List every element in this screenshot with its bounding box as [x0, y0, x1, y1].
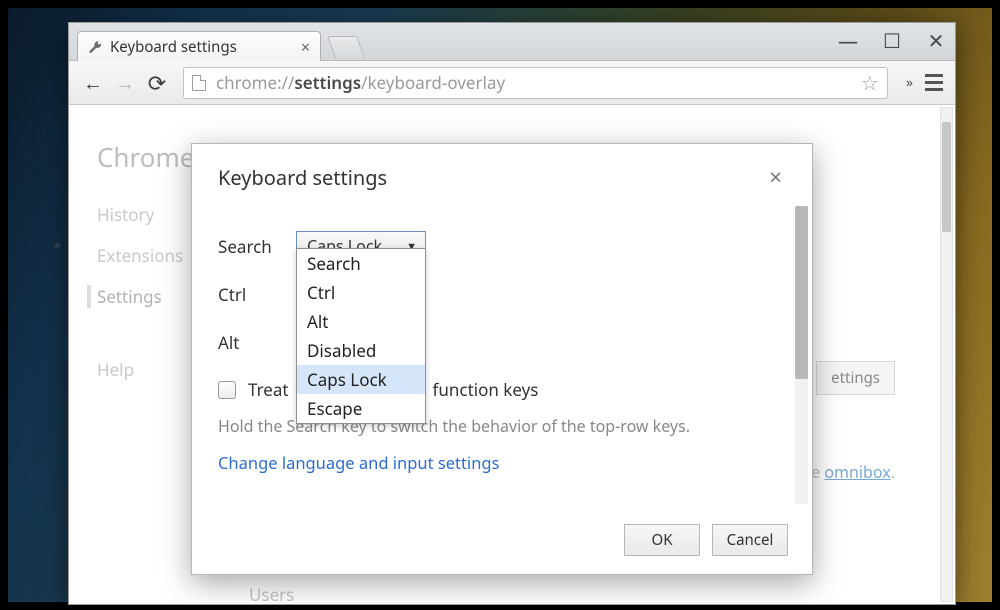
- obscured-omnibox-text: e omnibox.: [811, 461, 895, 483]
- tab-keyboard-settings[interactable]: Keyboard settings ×: [77, 31, 321, 61]
- url-suffix: /keyboard-overlay: [361, 71, 505, 94]
- toolbar: ← → ⟳ chrome://settings/keyboard-overlay…: [69, 61, 955, 105]
- omnibox-link[interactable]: omnibox: [824, 461, 890, 483]
- dialog-close-button[interactable]: ×: [765, 162, 786, 192]
- select-dropdown-open: Search Ctrl Alt Disabled Caps Lock Escap…: [296, 248, 426, 424]
- browser-window: Keyboard settings × — ☐ ✕ ← → ⟳ chrome:/…: [68, 22, 956, 605]
- dialog-body: Search Caps Lock ▼ Ctrl Alt Search: [192, 200, 812, 510]
- option-disabled[interactable]: Disabled: [297, 336, 425, 365]
- dialog-scrollbar[interactable]: [795, 206, 808, 504]
- close-window-button[interactable]: ✕: [927, 31, 945, 49]
- bookmark-star-icon[interactable]: ☆: [861, 69, 879, 96]
- maximize-button[interactable]: ☐: [883, 31, 901, 49]
- option-ctrl[interactable]: Ctrl: [297, 278, 425, 307]
- hamburger-menu-button[interactable]: [923, 74, 945, 91]
- cancel-button[interactable]: Cancel: [712, 524, 788, 556]
- address-bar[interactable]: chrome://settings/keyboard-overlay ☆: [183, 67, 888, 99]
- reload-button[interactable]: ⟳: [143, 69, 171, 97]
- dialog-footer: OK Cancel: [192, 510, 812, 574]
- wrench-icon: [88, 40, 102, 54]
- content-area: Chrome History Extensions Settings Help …: [69, 105, 955, 604]
- option-search[interactable]: Search: [297, 249, 425, 278]
- change-language-link[interactable]: Change language and input settings: [218, 451, 786, 474]
- function-keys-checkbox[interactable]: [218, 381, 236, 399]
- tab-strip: Keyboard settings × — ☐ ✕: [69, 23, 955, 61]
- label-search: Search: [218, 235, 296, 258]
- dialog-header: Keyboard settings ×: [192, 144, 812, 200]
- page-scrollbar[interactable]: [940, 107, 953, 602]
- dialog-title: Keyboard settings: [218, 164, 387, 191]
- back-button[interactable]: ←: [79, 69, 107, 97]
- checkbox-label-right: function keys: [433, 378, 539, 401]
- keyboard-settings-dialog: Keyboard settings × Search Caps Lock ▼: [191, 143, 813, 575]
- tab-title: Keyboard settings: [110, 37, 237, 57]
- label-ctrl: Ctrl: [218, 283, 296, 306]
- option-alt[interactable]: Alt: [297, 307, 425, 336]
- ok-button[interactable]: OK: [624, 524, 700, 556]
- page-scrollbar-thumb[interactable]: [942, 122, 951, 232]
- checkbox-label-left: Treat: [248, 378, 289, 401]
- dialog-scrollbar-thumb[interactable]: [795, 206, 808, 379]
- forward-button[interactable]: →: [111, 69, 139, 97]
- url-bold: settings: [294, 71, 361, 94]
- extensions-overflow-button[interactable]: »: [900, 73, 919, 92]
- url-prefix: chrome://: [216, 71, 294, 94]
- obscured-settings-button[interactable]: ettings: [816, 361, 895, 395]
- new-tab-button[interactable]: [327, 36, 365, 58]
- window-controls: — ☐ ✕: [839, 31, 945, 49]
- option-escape[interactable]: Escape: [297, 394, 425, 423]
- page-icon: [192, 75, 206, 91]
- users-section-heading: Users: [249, 583, 294, 604]
- tab-close-button[interactable]: ×: [301, 36, 310, 58]
- label-alt: Alt: [218, 331, 296, 354]
- option-caps-lock[interactable]: Caps Lock: [297, 365, 425, 394]
- minimize-button[interactable]: —: [839, 31, 857, 49]
